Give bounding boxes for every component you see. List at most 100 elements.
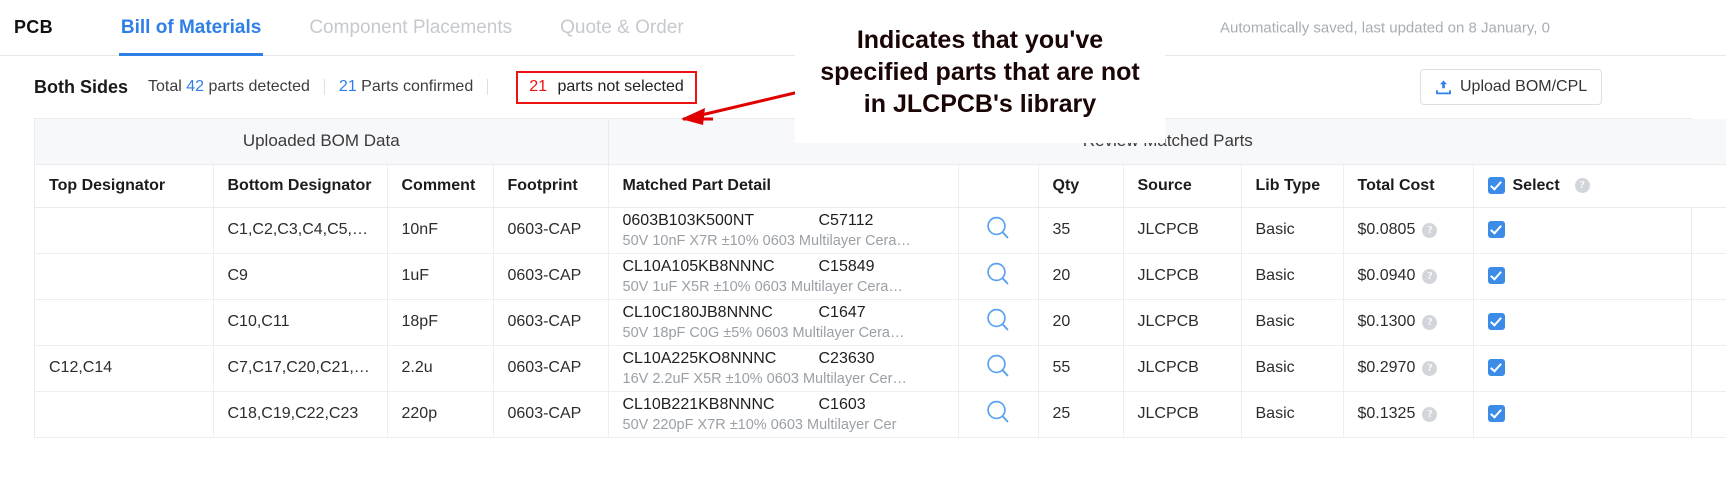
search-icon[interactable] [984, 260, 1012, 293]
cell-lib-type: Basic [1241, 253, 1344, 300]
cell-select [1473, 253, 1726, 300]
cell-total-cost: $0.2970? [1343, 345, 1474, 392]
table-row[interactable]: C10,C11 18pF 0603-CAP CL10C180JB8NNNC C1647 5… [35, 299, 1726, 346]
parts-detected-prefix: Total [148, 78, 182, 95]
cell-comment: 10nF [387, 207, 494, 254]
total-cost-value: $0.1325 [1357, 405, 1416, 422]
search-icon[interactable] [984, 214, 1012, 247]
table-row[interactable]: C9 1uF 0603-CAP CL10A105KB8NNNC C15849 50V 1u… [35, 253, 1726, 300]
stat-divider-1 [323, 79, 325, 95]
row-select-checkbox[interactable] [1487, 404, 1505, 422]
parts-not-selected-badge[interactable]: 21 parts not selected [516, 70, 697, 104]
matched-part-lcsc-code[interactable]: C1647 [819, 304, 866, 322]
matched-part-description: 50V 18pF C0G ±5% 0603 Multilayer Cera… [622, 324, 905, 341]
matched-part-description: 50V 220pF X7R ±10% 0603 Multilayer Cer [622, 416, 897, 433]
col-lib-type[interactable]: Lib Type [1241, 164, 1344, 208]
search-icon[interactable] [984, 352, 1012, 385]
cell-total-cost: $0.1300? [1343, 299, 1474, 346]
cell-top-designator [35, 299, 214, 346]
total-cost-help-icon[interactable]: ? [1422, 223, 1438, 238]
col-matched-part-detail[interactable]: Matched Part Detail [608, 164, 959, 208]
table-column-header-row: Top Designator Bottom Designator Comment… [35, 164, 1726, 208]
tab-bill-of-materials-label: Bill of Materials [120, 16, 262, 38]
col-search-spacer [958, 164, 1039, 208]
cell-total-cost: $0.1325? [1343, 391, 1474, 438]
row-select-checkbox[interactable] [1487, 312, 1505, 330]
cell-footprint: 0603-CAP [493, 299, 609, 346]
cell-footprint: 0603-CAP [493, 253, 609, 300]
col-comment[interactable]: Comment [387, 164, 494, 208]
cell-source: JLCPCB [1123, 391, 1242, 438]
parts-confirmed-stat: 21 Parts confirmed [339, 78, 473, 96]
upload-bom-cpl-button[interactable]: Upload BOM/CPL [1420, 69, 1603, 105]
matched-part-lcsc-code[interactable]: C15849 [819, 258, 875, 276]
col-total-cost[interactable]: Total Cost [1343, 164, 1474, 208]
matched-part-description: 16V 2.2uF X5R ±10% 0603 Multilayer Cer… [622, 370, 907, 387]
search-icon[interactable] [984, 306, 1012, 339]
bom-table: Uploaded BOM Data Review Matched Parts T… [35, 119, 1726, 438]
col-qty[interactable]: Qty [1038, 164, 1124, 208]
matched-part-mpn: CL10A225KO8NNNC [622, 349, 777, 367]
matched-part-lcsc-code[interactable]: C57112 [819, 212, 874, 230]
search-icon[interactable] [984, 398, 1012, 431]
total-cost-value: $0.0805 [1357, 221, 1416, 238]
matched-part-description: 50V 10nF X7R ±10% 0603 Multilayer Cera… [622, 232, 911, 249]
tab-quote-and-order[interactable]: Quote & Order [536, 0, 708, 56]
matched-part-lcsc-code[interactable]: C1603 [819, 396, 866, 414]
cell-matched-part-detail: CL10C180JB8NNNC C1647 50V 18pF C0G ±5% 060… [608, 299, 959, 346]
table-row[interactable]: C1,C2,C3,C4,C5,… 10nF 0603-CAP 0603B103K500… [35, 207, 1726, 254]
row-select-checkbox[interactable] [1487, 266, 1505, 284]
cell-matched-part-detail: 0603B103K500NT C57112 50V 10nF X7R ±10% 06… [608, 207, 959, 254]
cell-search-part [958, 391, 1039, 438]
cell-select [1473, 391, 1726, 438]
cell-bottom-designator: C10,C11 [213, 299, 388, 346]
tab-bill-of-materials[interactable]: Bill of Materials [97, 0, 285, 56]
cell-matched-part-detail: CL10B221KB8NNNC C1603 50V 220pF X7R ±10% 0… [608, 391, 959, 438]
matched-part-mpn: 0603B103K500NT [622, 211, 755, 229]
top-navigation-bar: PCB Bill of Materials Component Placemen… [0, 0, 1726, 56]
col-select-label: Select [1512, 176, 1560, 194]
table-row[interactable]: C12,C14 C7,C17,C20,C21,… 2.2u 0603-CAP CL10A… [35, 345, 1726, 392]
total-cost-value: $0.1300 [1357, 313, 1416, 330]
total-cost-help-icon[interactable]: ? [1422, 269, 1438, 284]
cell-matched-part-detail: CL10A225KO8NNNC C23630 16V 2.2uF X5R ±10% … [608, 345, 959, 392]
cell-lib-type: Basic [1241, 207, 1344, 254]
total-cost-help-icon[interactable]: ? [1422, 361, 1438, 376]
cell-footprint: 0603-CAP [493, 207, 609, 254]
cell-comment: 18pF [387, 299, 494, 346]
col-footprint[interactable]: Footprint [493, 164, 609, 208]
cell-comment: 2.2u [387, 345, 494, 392]
row-select-checkbox[interactable] [1487, 220, 1505, 238]
cell-total-cost: $0.0805? [1343, 207, 1474, 254]
cell-bottom-designator: C9 [213, 253, 388, 300]
group-header-uploaded-bom: Uploaded BOM Data [35, 119, 609, 165]
cell-source: JLCPCB [1123, 253, 1242, 300]
cell-search-part [958, 253, 1039, 300]
cell-search-part [958, 207, 1039, 254]
total-cost-help-icon[interactable]: ? [1422, 407, 1438, 422]
col-source[interactable]: Source [1123, 164, 1242, 208]
total-cost-help-icon[interactable]: ? [1422, 315, 1438, 330]
cell-select [1473, 345, 1726, 392]
parts-confirmed-count: 21 [338, 78, 357, 95]
row-select-checkbox[interactable] [1487, 358, 1505, 376]
table-row[interactable]: C18,C19,C22,C23 220p 0603-CAP CL10B221KB8NN… [35, 391, 1726, 438]
both-sides-label: Both Sides [34, 76, 129, 97]
cell-source: JLCPCB [1123, 345, 1242, 392]
cell-search-part [958, 299, 1039, 346]
col-top-designator[interactable]: Top Designator [35, 164, 214, 208]
matched-part-mpn: CL10A105KB8NNNC [622, 257, 775, 275]
col-bottom-designator[interactable]: Bottom Designator [213, 164, 388, 208]
matched-part-description: 50V 1uF X5R ±10% 0603 Multilayer Cera… [622, 278, 903, 295]
cell-footprint: 0603-CAP [493, 345, 609, 392]
tab-component-placements-label: Component Placements [309, 16, 513, 38]
group-header-review-matched: Review Matched Parts [608, 119, 1726, 165]
nav-tabs: Bill of Materials Component Placements Q… [97, 0, 708, 56]
select-help-icon[interactable]: ? [1574, 178, 1590, 193]
select-all-checkbox[interactable] [1487, 177, 1505, 194]
tab-component-placements[interactable]: Component Placements [285, 0, 536, 56]
matched-part-lcsc-code[interactable]: C23630 [819, 350, 875, 368]
cell-top-designator: C12,C14 [35, 345, 214, 392]
upload-icon [1435, 79, 1452, 96]
upload-bom-cpl-label: Upload BOM/CPL [1460, 78, 1588, 95]
